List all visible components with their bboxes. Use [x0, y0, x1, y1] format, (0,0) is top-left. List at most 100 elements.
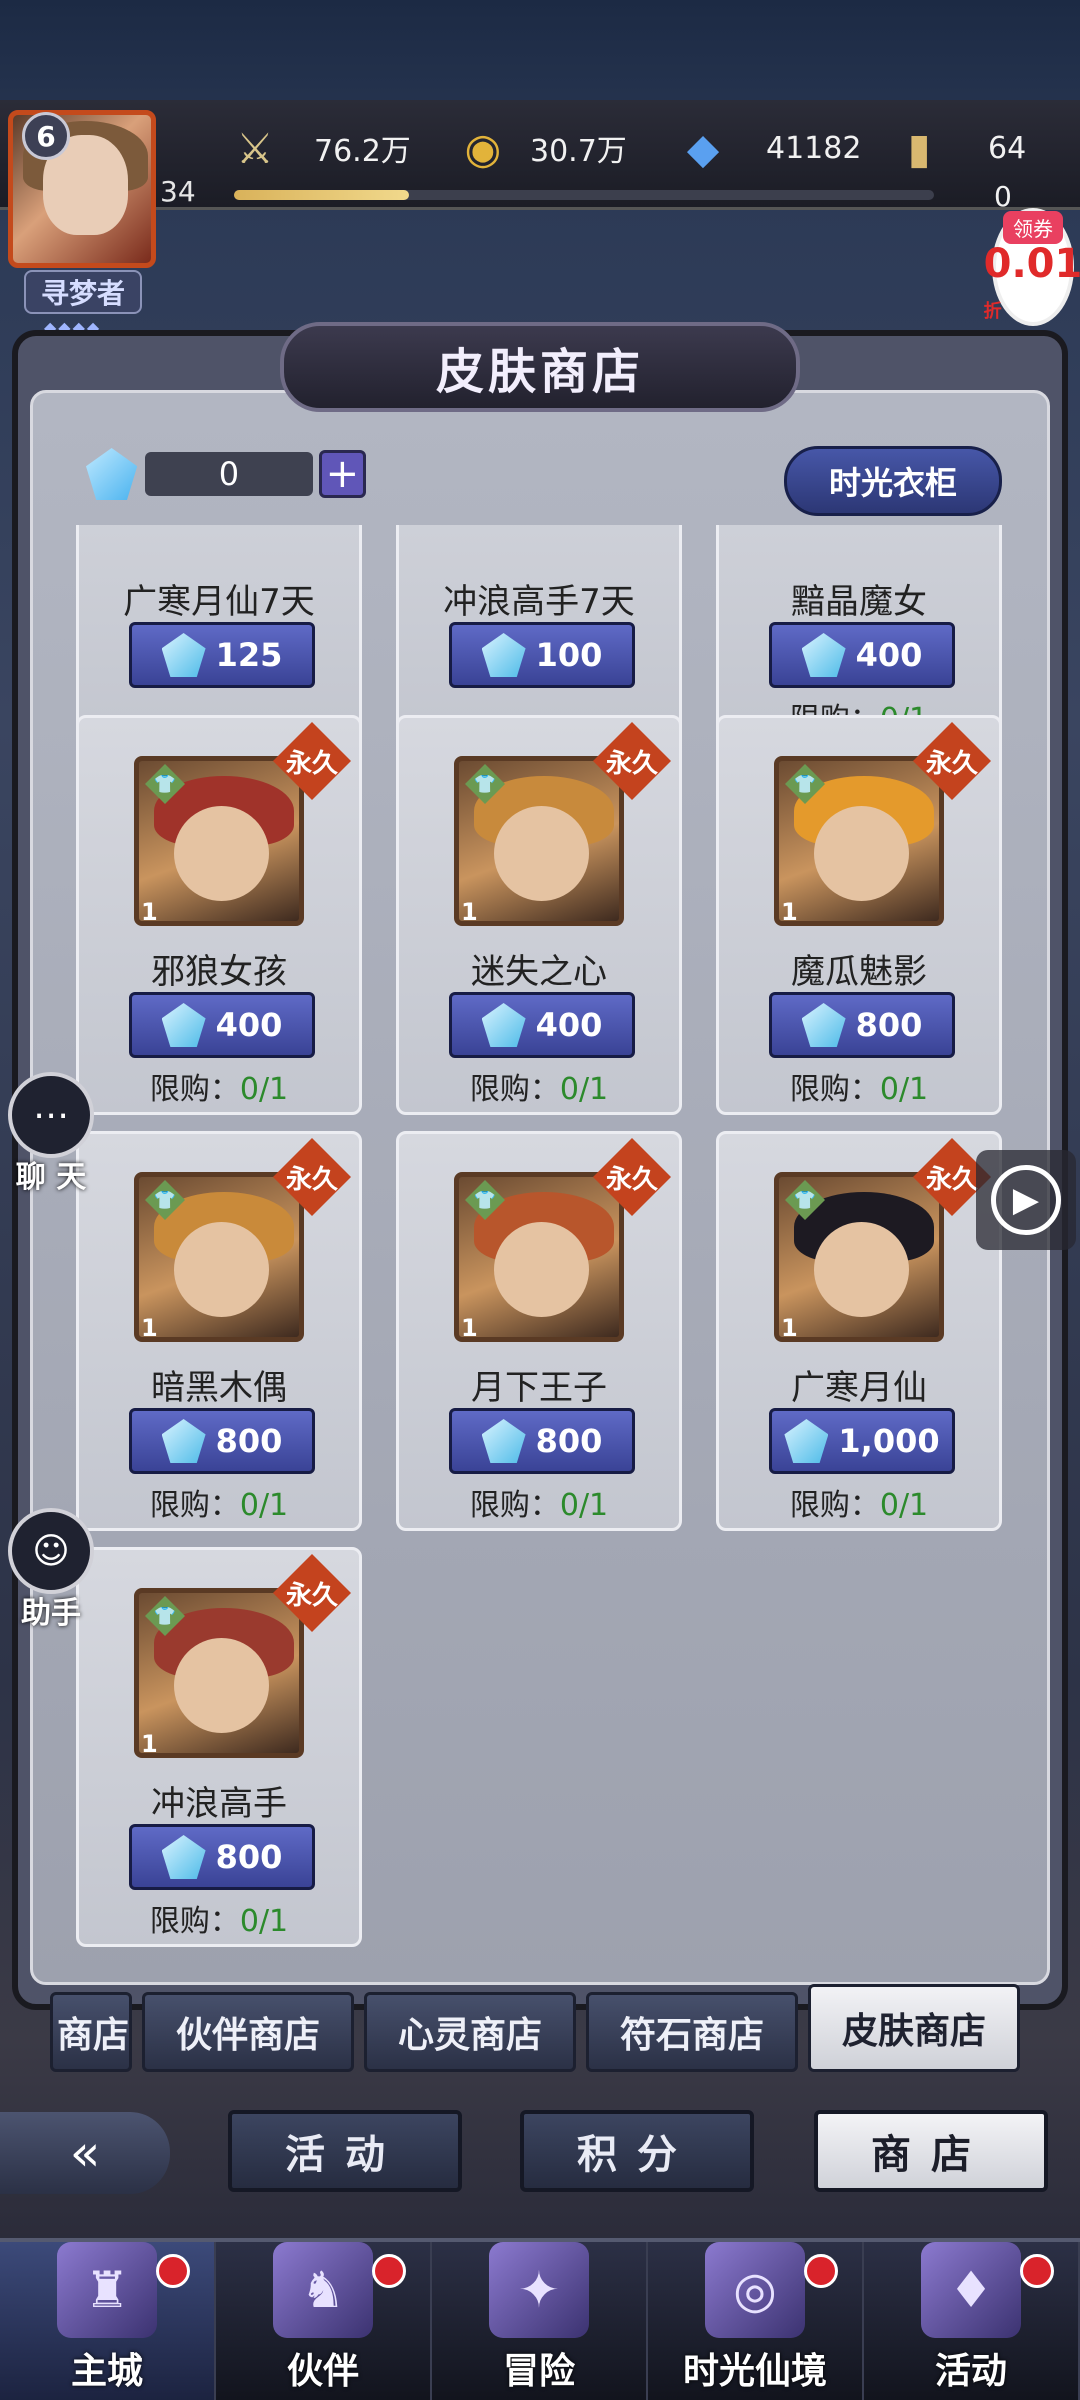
tab-rune-shop[interactable]: 符石商店 — [586, 1992, 798, 2072]
helper-button[interactable]: ☺ 助手 — [6, 1508, 96, 1632]
purchase-limit: 限购：0/1 — [469, 1072, 609, 1107]
gold-resource[interactable]: ◉ 30.7万 — [454, 118, 627, 178]
tab-partner-shop[interactable]: 伙伴商店 — [142, 1992, 354, 2072]
notification-dot — [372, 2254, 406, 2288]
skin-gem-icon — [784, 1419, 829, 1463]
price-value: 100 — [535, 636, 603, 674]
bottom-nav-item[interactable]: ♞ 伙伴 — [216, 2242, 432, 2400]
power-resource: ⚔ 76.2万 — [226, 118, 411, 178]
purchase-limit: 限购：0/1 — [149, 1488, 289, 1523]
gold-coin-icon: ◉ — [464, 123, 502, 173]
tab-skin-shop[interactable]: 皮肤商店 — [808, 1984, 1020, 2072]
bottom-nav-label: 冒险 — [502, 2351, 575, 2392]
skin-item-card[interactable]: 👕 1 永久 月下王子 800 限购：0/1 — [396, 1131, 682, 1531]
back-arrow-icon: « — [69, 2124, 101, 2182]
buy-button[interactable]: 400 — [449, 992, 635, 1058]
buy-button[interactable]: 800 — [129, 1408, 315, 1474]
skin-name: 广寒月仙 — [791, 1368, 927, 1408]
price-value: 800 — [215, 1422, 283, 1460]
tab-spirit-shop[interactable]: 心灵商店 — [364, 1992, 576, 2072]
item-count: 1 — [141, 1730, 158, 1758]
buy-button[interactable]: 800 — [769, 992, 955, 1058]
skin-gem-icon — [161, 1003, 206, 1047]
sword-icon: ⚔ — [236, 123, 274, 173]
skin-gem-icon — [481, 633, 526, 677]
skin-gem-icon — [161, 633, 206, 677]
chat-button[interactable]: ⋯ 聊 天 — [6, 1072, 96, 1196]
subnav-activity[interactable]: 活动 — [228, 2110, 462, 2192]
skin-name: 邪狼女孩 — [151, 952, 287, 992]
chat-label: 聊 天 — [15, 1160, 87, 1195]
skin-gem-icon — [801, 1003, 846, 1047]
skin-item-card[interactable]: 黯晶魔女400限购：0/1 — [716, 525, 1002, 745]
stamina-resource[interactable]: ▮ 64 — [890, 118, 1026, 178]
buy-button[interactable]: 125 — [129, 622, 315, 688]
notification-dot — [1020, 2254, 1054, 2288]
subnav-shop[interactable]: 商店 — [814, 2110, 1048, 2192]
buy-button[interactable]: 1,000 — [769, 1408, 955, 1474]
bottom-nav-label: 时光仙境 — [682, 2351, 827, 2392]
item-count: 1 — [141, 1314, 158, 1342]
timer-value: 0 — [994, 180, 1012, 213]
coupon-button[interactable]: 领券 0.01折 — [984, 208, 1080, 326]
diamond-resource[interactable]: ◆ 41182 — [674, 118, 862, 178]
skin-item-card[interactable]: 广寒月仙7天 125 — [76, 525, 362, 745]
purchase-limit: 限购：0/1 — [469, 1488, 609, 1523]
purchase-limit: 限购：0/1 — [149, 1904, 289, 1939]
bottom-nav-item[interactable]: ✦ 冒险 — [432, 2242, 648, 2400]
gold-value: 30.7万 — [530, 134, 627, 169]
buy-button[interactable]: 800 — [449, 1408, 635, 1474]
buy-button[interactable]: 400 — [129, 992, 315, 1058]
subnav-points[interactable]: 积分 — [520, 2110, 754, 2192]
bottom-nav-label: 活动 — [934, 2351, 1007, 2392]
skin-gem-icon — [161, 1835, 206, 1879]
player-title-badge[interactable]: 寻梦者 — [24, 270, 142, 314]
notification-dot — [804, 2254, 838, 2288]
skin-gem-icon — [481, 1003, 526, 1047]
scroll-icon: ▮ — [907, 123, 931, 173]
buy-button[interactable]: 800 — [129, 1824, 315, 1890]
shop-title: 皮肤商店 — [280, 322, 800, 412]
bottom-nav: ♜ 主城 ♞ 伙伴 ✦ 冒险 ◎ 时光仙境 ♦ 活动 — [0, 2238, 1080, 2400]
add-gem-button[interactable]: + — [318, 450, 366, 498]
skin-item-card[interactable]: 👕 1 永久 魔瓜魅影 800 限购：0/1 — [716, 715, 1002, 1115]
hat-icon: ♞ — [273, 2242, 373, 2338]
skin-gem-icon — [481, 1419, 526, 1463]
video-play-button[interactable]: ▶ — [976, 1150, 1076, 1250]
buy-button[interactable]: 400 — [769, 622, 955, 688]
back-button[interactable]: « — [0, 2112, 170, 2194]
compass-icon: ✦ — [489, 2242, 589, 2338]
item-count: 1 — [461, 898, 478, 926]
skin-item-card[interactable]: 👕 1 永久 邪狼女孩 400 限购：0/1 — [76, 715, 362, 1115]
price-value: 1,000 — [838, 1422, 940, 1460]
price-value: 800 — [855, 1006, 923, 1044]
buy-button[interactable]: 100 — [449, 622, 635, 688]
time-wardrobe-button[interactable]: 时光衣柜 — [784, 446, 1002, 516]
chat-bubble-icon: ⋯ — [8, 1072, 94, 1158]
exp-progress-bar — [234, 190, 934, 200]
skin-name: 冲浪高手 — [151, 1784, 287, 1824]
skin-item-card[interactable]: 👕 1 永久 暗黑木偶 800 限购：0/1 — [76, 1131, 362, 1531]
bottom-nav-item[interactable]: ♦ 活动 — [864, 2242, 1080, 2400]
skin-name: 广寒月仙7天 — [123, 582, 315, 622]
price-value: 400 — [215, 1006, 283, 1044]
skin-gem-icon — [161, 1419, 206, 1463]
bottom-nav-label: 伙伴 — [286, 2351, 359, 2392]
item-count: 1 — [781, 1314, 798, 1342]
skin-item-card[interactable]: 👕 1 永久 广寒月仙 1,000 限购：0/1 — [716, 1131, 1002, 1531]
skin-item-card[interactable]: 👕 1 永久 冲浪高手 800 限购：0/1 — [76, 1547, 362, 1947]
diamond-icon: ◆ — [686, 123, 720, 173]
skin-item-card[interactable]: 冲浪高手7天 100 — [396, 525, 682, 745]
tab-shop-partial[interactable]: 商店 — [50, 1992, 132, 2072]
bottom-nav-label: 主城 — [70, 2351, 143, 2392]
skin-item-grid: 广寒月仙7天125冲浪高手7天100黯晶魔女400限购：0/1👕1永久邪狼女孩4… — [40, 525, 1040, 1965]
skin-gem-balance: 0 + — [86, 446, 366, 502]
shop-tabs: 商店 伙伴商店 心灵商店 符石商店 皮肤商店 — [50, 1984, 1070, 2074]
bottom-nav-item[interactable]: ♜ 主城 — [0, 2242, 216, 2400]
bottom-nav-item[interactable]: ◎ 时光仙境 — [648, 2242, 864, 2400]
skin-name: 魔瓜魅影 — [791, 952, 927, 992]
skin-item-card[interactable]: 👕 1 永久 迷失之心 400 限购：0/1 — [396, 715, 682, 1115]
play-icon: ▶ — [991, 1165, 1061, 1235]
skin-name: 暗黑木偶 — [151, 1368, 287, 1408]
power-value: 76.2万 — [314, 134, 411, 169]
